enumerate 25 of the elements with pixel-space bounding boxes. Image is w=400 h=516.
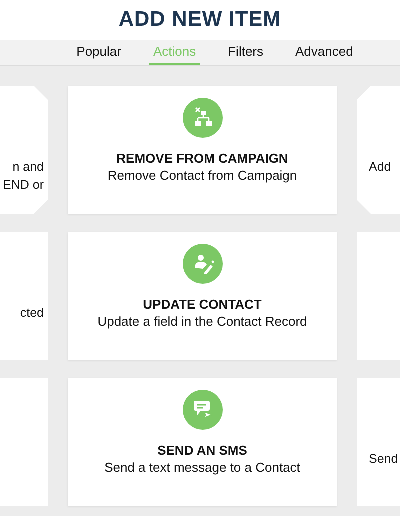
card-title: SEND AN SMS <box>158 442 248 459</box>
hierarchy-icon <box>182 98 222 138</box>
message-icon <box>182 390 222 430</box>
action-card[interactable]: SEND AN SMS Send a text message to a Contact <box>68 378 337 506</box>
tab[interactable]: Advanced <box>292 44 358 65</box>
card-title: REMOVE FROM CAMPAIGN <box>116 150 288 167</box>
action-card[interactable]: Add <box>357 86 400 214</box>
card-description: Send <box>369 451 398 468</box>
action-card[interactable]: cted <box>0 232 48 360</box>
tab[interactable]: Filters <box>224 44 268 65</box>
card-description: Update a field in the Contact Record <box>98 313 308 331</box>
card-description: END or <box>3 177 44 194</box>
card-description: n and <box>12 159 44 176</box>
page-title: ADD NEW ITEM <box>118 7 282 34</box>
action-card[interactable]: UPDATE CONTACT Update a field in the Contact Record <box>68 232 337 360</box>
tab[interactable]: Popular <box>72 44 126 65</box>
card-description: Remove Contact from Campaign <box>108 167 298 185</box>
action-card[interactable]: Send <box>357 378 400 506</box>
action-card[interactable]: REMOVE FROM CAMPAIGN Remove Contact from Campaign <box>68 86 337 214</box>
card-title: UPDATE CONTACT <box>143 296 262 313</box>
action-card[interactable]: n and END or <box>0 86 48 214</box>
card-description: Add <box>369 159 392 176</box>
person-edit-icon <box>182 244 222 284</box>
card-description: Send a text message to a Contact <box>104 459 300 477</box>
card-description: cted <box>20 305 44 322</box>
